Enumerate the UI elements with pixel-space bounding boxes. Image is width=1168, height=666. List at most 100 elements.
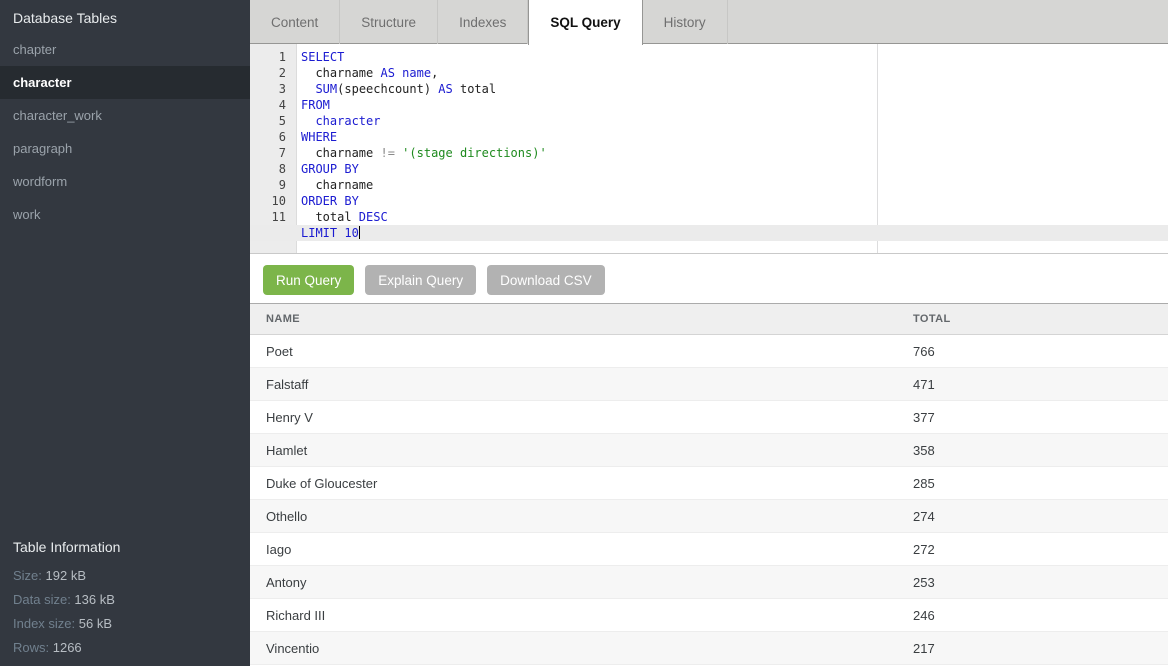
main-panel: ContentStructureIndexesSQL QueryHistory …	[250, 0, 1168, 666]
cell-name: Poet	[266, 335, 293, 368]
sql-code[interactable]: SELECT charname AS name, SUM(speechcount…	[250, 44, 1168, 241]
sql-token: WHERE	[301, 130, 337, 144]
sql-token: ,	[431, 66, 438, 80]
table-information-title: Table Information	[13, 537, 237, 557]
table-row[interactable]: Richard III246	[250, 599, 1168, 632]
table-row[interactable]: Hamlet 358	[250, 434, 1168, 467]
code-line-7[interactable]: charname != '(stage directions)'	[250, 145, 1168, 161]
cell-name: Falstaff	[266, 368, 308, 401]
sidebar: Database Tables chaptercharactercharacte…	[0, 0, 250, 666]
cell-name: Antony	[266, 566, 306, 599]
cell-total: 217	[913, 632, 935, 665]
table-row[interactable]: Duke of Gloucester 285	[250, 467, 1168, 500]
sidebar-item-chapter[interactable]: chapter	[0, 33, 250, 66]
cell-total: 253	[913, 566, 935, 599]
table-list: chaptercharactercharacter_workparagraphw…	[0, 33, 250, 231]
cell-name: Henry V	[266, 401, 313, 434]
table-row[interactable]: Antony 253	[250, 566, 1168, 599]
sql-token: LIMIT 10	[301, 226, 359, 240]
sidebar-item-wordform[interactable]: wordform	[0, 165, 250, 198]
info-value: 136 kB	[74, 592, 114, 607]
cell-total: 285	[913, 467, 935, 500]
code-line-12[interactable]: LIMIT 10	[250, 225, 1168, 241]
info-label: Data size:	[13, 592, 74, 607]
code-line-4[interactable]: FROM	[250, 97, 1168, 113]
table-row[interactable]: Falstaff 471	[250, 368, 1168, 401]
info-label: Size:	[13, 568, 46, 583]
download-csv-button[interactable]: Download CSV	[487, 265, 605, 295]
code-line-5[interactable]: character	[250, 113, 1168, 129]
code-line-2[interactable]: charname AS name,	[250, 65, 1168, 81]
tab-indexes[interactable]: Indexes	[438, 0, 528, 44]
code-line-9[interactable]: charname	[250, 177, 1168, 193]
cell-total: 272	[913, 533, 935, 566]
tab-structure[interactable]: Structure	[340, 0, 438, 44]
table-information-panel: Table Information Size: 192 kB Data size:…	[0, 527, 250, 666]
query-button-row: Run Query Explain Query Download CSV	[250, 254, 1168, 304]
info-label: Index size:	[13, 616, 79, 631]
sidebar-item-work[interactable]: work	[0, 198, 250, 231]
tab-bar: ContentStructureIndexesSQL QueryHistory	[250, 0, 1168, 44]
sql-token: GROUP BY	[301, 162, 359, 176]
sql-token	[301, 114, 315, 128]
code-line-6[interactable]: WHERE	[250, 129, 1168, 145]
cell-name: Duke of Gloucester	[266, 467, 377, 500]
cell-name: Iago	[266, 533, 291, 566]
sql-token: FROM	[301, 98, 330, 112]
code-line-1[interactable]: SELECT	[250, 49, 1168, 65]
info-label: Rows:	[13, 640, 53, 655]
cell-total: 766	[913, 335, 935, 368]
cell-name: Richard III	[266, 599, 325, 632]
cell-name: Hamlet	[266, 434, 307, 467]
table-row[interactable]: Vincentio217	[250, 632, 1168, 665]
sql-token: SELECT	[301, 50, 344, 64]
column-header-name[interactable]: NAME	[266, 304, 300, 335]
sql-token: '(stage directions)'	[402, 146, 547, 160]
code-line-11[interactable]: total DESC	[250, 209, 1168, 225]
tab-sql-query[interactable]: SQL Query	[528, 0, 642, 45]
cell-total: 358	[913, 434, 935, 467]
sql-token: name	[402, 66, 431, 80]
sql-token: charname	[301, 66, 380, 80]
column-header-total[interactable]: TOTAL	[913, 304, 951, 335]
sql-token: character	[315, 114, 380, 128]
cell-total: 471	[913, 368, 935, 401]
sql-token	[301, 82, 315, 96]
tab-history[interactable]: History	[643, 0, 728, 44]
sidebar-title: Database Tables	[0, 0, 250, 33]
code-line-3[interactable]: SUM(speechcount) AS total	[250, 81, 1168, 97]
results-header: NAME TOTAL	[250, 304, 1168, 335]
sql-token: DESC	[359, 210, 388, 224]
sql-token: AS	[380, 66, 394, 80]
sql-token: (speechcount)	[337, 82, 438, 96]
sql-editor[interactable]: 123456789101112 SELECT charname AS name,…	[250, 44, 1168, 254]
cell-total: 377	[913, 401, 935, 434]
cell-name: Othello	[266, 500, 307, 533]
sql-token: ORDER BY	[301, 194, 359, 208]
sql-token: SUM	[315, 82, 337, 96]
sidebar-item-paragraph[interactable]: paragraph	[0, 132, 250, 165]
table-row[interactable]: Othello 274	[250, 500, 1168, 533]
text-cursor	[359, 226, 360, 239]
table-row[interactable]: Iago 272	[250, 533, 1168, 566]
cell-total: 274	[913, 500, 935, 533]
info-value: 56 kB	[79, 616, 112, 631]
table-information-rows: Size: 192 kB Data size: 136 kB Index size:…	[13, 564, 237, 660]
results-table: Poet766Falstaff471Henry V377Hamlet358Duk…	[250, 335, 1168, 665]
explain-query-button[interactable]: Explain Query	[365, 265, 476, 295]
code-line-10[interactable]: ORDER BY	[250, 193, 1168, 209]
table-row[interactable]: Poet 766	[250, 335, 1168, 368]
sidebar-item-character-work[interactable]: character_work	[0, 99, 250, 132]
code-line-8[interactable]: GROUP BY	[250, 161, 1168, 177]
sql-token: AS	[438, 82, 452, 96]
info-row-rows-: Rows: 1266	[13, 636, 237, 660]
info-row-data-size-: Data size: 136 kB	[13, 588, 237, 612]
run-query-button[interactable]: Run Query	[263, 265, 354, 295]
tab-content[interactable]: Content	[250, 0, 340, 44]
table-row[interactable]: Henry V 377	[250, 401, 1168, 434]
sql-token: charname	[301, 178, 373, 192]
sql-token: charname	[301, 146, 380, 160]
info-value: 192 kB	[46, 568, 86, 583]
sql-token: !=	[380, 146, 394, 160]
sidebar-item-character[interactable]: character	[0, 66, 250, 99]
